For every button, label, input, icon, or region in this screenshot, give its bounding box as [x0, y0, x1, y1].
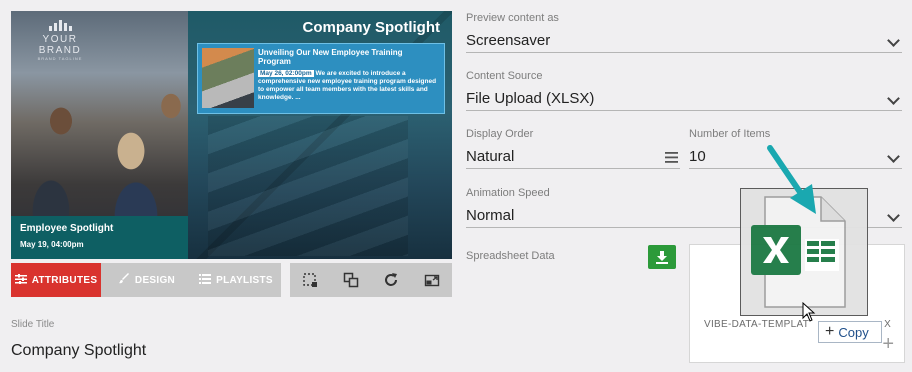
news-headline: Unveiling Our New Employee Training Prog…	[258, 48, 403, 66]
tab-design[interactable]: DESIGN	[106, 263, 188, 297]
brand-logo: YOUR BRAND BRAND TAGLINE	[25, 19, 95, 61]
tab-attributes-label: ATTRIBUTES	[31, 274, 98, 286]
employee-spotlight-title: Employee Spotlight	[20, 223, 114, 234]
refresh-icon	[385, 273, 398, 286]
list-icon	[199, 273, 212, 287]
preview-toolbar	[290, 263, 452, 297]
tab-playlists-label: PLAYLISTS	[216, 274, 273, 286]
preview-as-select[interactable]: Screensaver	[466, 30, 902, 53]
drag-arrow-icon	[767, 145, 816, 214]
chevron-down-icon	[887, 92, 900, 105]
chevron-down-icon	[887, 150, 900, 163]
refresh-button[interactable]	[379, 268, 403, 292]
news-thumbnail	[202, 48, 254, 108]
brush-icon	[118, 273, 130, 287]
number-of-items-value: 10	[689, 148, 706, 165]
spotlight-title: Company Spotlight	[302, 19, 441, 36]
preview-as-label: Preview content as	[466, 12, 559, 24]
animation-speed-value: Normal	[466, 207, 515, 224]
resize-button[interactable]	[420, 268, 444, 292]
employee-spotlight-date: May 19, 04:00pm	[20, 240, 84, 249]
select-region-icon	[303, 273, 318, 287]
news-date: May 26, 02:00pm	[258, 70, 314, 77]
spreadsheet-data-label: Spreadsheet Data	[466, 250, 555, 262]
plus-icon: +	[825, 323, 835, 340]
slide-title-label: Slide Title	[11, 319, 55, 330]
employee-photo: YOUR BRAND BRAND TAGLINE Employee Spotli…	[11, 11, 188, 259]
content-source-label: Content Source	[466, 70, 543, 82]
download-icon	[656, 251, 668, 264]
tab-attributes[interactable]: ATTRIBUTES	[11, 263, 101, 297]
news-card: Unveiling Our New Employee Training Prog…	[197, 43, 445, 114]
layers-button[interactable]	[339, 268, 363, 292]
arrow-cursor-icon	[802, 302, 816, 322]
resize-icon	[424, 274, 439, 287]
spotlight-panel: Company Spotlight Unveiling Our New Empl…	[188, 11, 452, 259]
select-region-button[interactable]	[298, 268, 322, 292]
display-order-select[interactable]: Natural	[466, 146, 680, 169]
content-source-value: File Upload (XLSX)	[466, 90, 595, 107]
chevron-down-icon	[887, 34, 900, 47]
editor-tabs: ATTRIBUTES DESIGN PLAYLISTS	[11, 263, 281, 297]
download-template-button[interactable]	[648, 245, 676, 269]
slide-preview: YOUR BRAND BRAND TAGLINE Employee Spotli…	[11, 11, 452, 259]
menu-icon	[665, 150, 678, 167]
content-source-select[interactable]: File Upload (XLSX)	[466, 88, 902, 111]
sliders-icon	[14, 273, 27, 287]
news-body: May 26, 02:00pm We are excited to introd…	[258, 70, 440, 102]
employee-spotlight-caption: Employee Spotlight May 19, 04:00pm	[11, 216, 188, 259]
tab-design-label: DESIGN	[134, 274, 176, 286]
add-file-icon[interactable]: +	[882, 333, 894, 356]
display-order-label: Display Order	[466, 128, 534, 140]
chevron-down-icon	[887, 209, 900, 222]
number-of-items-label: Number of Items	[689, 128, 771, 140]
animation-speed-label: Animation Speed	[466, 187, 550, 199]
preview-as-value: Screensaver	[466, 32, 551, 49]
copy-tooltip: + Copy	[818, 321, 882, 343]
slide-title-field[interactable]: Company Spotlight	[11, 342, 146, 360]
copy-label: Copy	[838, 324, 869, 340]
layers-icon	[343, 272, 358, 288]
tab-playlists[interactable]: PLAYLISTS	[191, 263, 281, 297]
display-order-value: Natural	[466, 148, 515, 165]
